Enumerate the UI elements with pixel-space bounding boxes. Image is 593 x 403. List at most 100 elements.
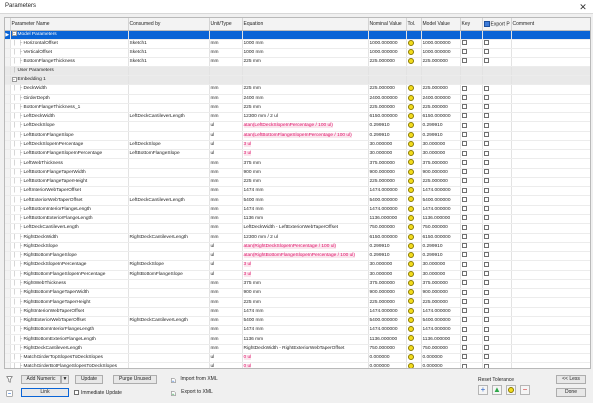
group-empty-cell[interactable] (421, 75, 461, 86)
parameter-row[interactable]: │ ├LeftDeckCantileverLength mm LeftDeckWidt… (5, 223, 590, 234)
tree-expander-icon[interactable]: − (11, 76, 17, 82)
export-cell[interactable] (482, 186, 512, 197)
key-checkbox[interactable] (461, 178, 467, 184)
model-value-cell[interactable]: 30.000000 (421, 260, 461, 271)
export-cell[interactable] (482, 195, 512, 206)
parameter-row[interactable]: │ ├MatchGirderBotFlangeSlopesToDeckSlopes… (5, 362, 590, 368)
export-checkbox[interactable] (483, 113, 489, 119)
export-cell[interactable] (482, 84, 512, 95)
equation-cell[interactable]: 12300 mm / 2 ul (242, 233, 369, 243)
nominal-value-cell[interactable]: 900.000000 (367, 168, 407, 178)
tolerance-cell[interactable] (406, 260, 422, 271)
key-checkbox[interactable] (461, 206, 467, 212)
group-empty-cell[interactable] (242, 75, 369, 86)
tolerance-cell[interactable] (406, 94, 422, 104)
tolerance-cell[interactable] (406, 223, 422, 234)
consumed-by-cell[interactable]: RightDeckCantileverLength (128, 316, 210, 327)
export-checkbox[interactable] (483, 150, 489, 156)
parameter-row[interactable]: │ ├BottomFlangeThickness Sketch1 mm 225 mm 22… (5, 57, 590, 68)
comment-cell[interactable] (511, 177, 590, 188)
nominal-value-cell[interactable]: 30.000000 (367, 149, 407, 160)
comment-cell[interactable] (511, 168, 590, 178)
parameter-row[interactable]: │ ├LeftBottomInteriorFlangeLength mm 1474 m… (5, 205, 590, 216)
tolerance-nominal-icon[interactable] (407, 177, 414, 184)
parameter-name-cell[interactable]: │ ├LeftDeckCantileverLength (10, 223, 129, 234)
unit-cell[interactable]: mm (209, 177, 243, 188)
export-cell[interactable] (482, 279, 512, 290)
export-checkbox[interactable] (483, 345, 489, 351)
tolerance-nominal-icon[interactable] (407, 122, 414, 129)
consumed-by-cell[interactable]: Sketch1 (128, 39, 210, 49)
consumed-by-cell[interactable] (128, 186, 210, 197)
key-cell[interactable] (460, 344, 483, 355)
nominal-value-cell[interactable]: 1474.000000 (367, 205, 407, 216)
export-cell[interactable] (482, 223, 512, 234)
parameter-row[interactable]: │ ├LeftWebThickness mm 375 mm 375.000000 375.… (5, 158, 590, 169)
parameters-grid[interactable]: Parameter Name Consumed by Unit/Type Equ… (4, 17, 591, 369)
key-cell[interactable] (460, 57, 483, 68)
group-row[interactable]: ▶ − Model Parameters (5, 30, 590, 40)
less-button[interactable]: << Less (556, 375, 586, 384)
header-unit-type[interactable]: Unit/Type (209, 18, 243, 31)
export-cell[interactable] (482, 112, 512, 123)
export-cell[interactable] (482, 334, 512, 345)
key-cell[interactable] (460, 270, 483, 280)
parameter-name-cell[interactable]: │ ├LeftBottomFlangeTaperWidth (10, 168, 129, 178)
tolerance-cell[interactable] (406, 334, 422, 345)
tolerance-cell[interactable] (406, 48, 422, 59)
nominal-value-cell[interactable]: 375.000000 (367, 279, 407, 290)
export-checkbox[interactable] (483, 141, 489, 147)
equation-cell[interactable]: 1474 mm (242, 325, 369, 336)
consumed-by-cell[interactable]: Sketch1 (128, 48, 210, 59)
parameter-name-cell[interactable]: │ ├VerticalOffset (10, 48, 129, 59)
key-cell[interactable] (460, 288, 483, 299)
header-consumed-by[interactable]: Consumed by (128, 18, 210, 31)
tolerance-cell[interactable] (406, 149, 422, 160)
export-checkbox[interactable] (483, 363, 489, 368)
parameter-row[interactable]: │ ├RightInteriorWebTaperOffset mm 1474 mm 14… (5, 307, 590, 317)
parameter-name-cell[interactable]: │ ├MatchGirderTopSlopesToDeckSlopes (10, 353, 129, 364)
nominal-value-cell[interactable]: 5400.000000 (367, 195, 407, 206)
nominal-value-cell[interactable]: 30.000000 (367, 140, 407, 151)
export-checkbox[interactable] (483, 85, 489, 91)
model-value-cell[interactable]: 2400.000000 (421, 94, 461, 104)
nominal-value-cell[interactable]: 1474.000000 (367, 186, 407, 197)
unit-cell[interactable]: mm (209, 112, 243, 123)
parameter-name-cell[interactable]: │ ├RightWebThickness (10, 279, 129, 290)
export-cell[interactable] (482, 48, 512, 59)
update-button[interactable]: Update (75, 375, 103, 384)
equation-cell[interactable]: 0 ul (242, 353, 369, 364)
consumed-by-cell[interactable] (128, 362, 210, 368)
nominal-value-cell[interactable]: 6150.000000 (367, 112, 407, 123)
export-cell[interactable] (482, 121, 512, 132)
consumed-by-cell[interactable]: Sketch1 (128, 57, 210, 68)
equation-cell[interactable]: 1000 mm (242, 48, 369, 59)
link-button[interactable]: Link (21, 388, 69, 397)
tolerance-nominal-icon[interactable] (407, 363, 414, 368)
nominal-value-cell[interactable]: 30.000000 (367, 260, 407, 271)
parameter-row[interactable]: │ ├DeckWidth mm 225 mm 225.000000 225.000000 (5, 84, 590, 95)
parameter-name-cell[interactable]: │ ├BottomFlangeThickness (10, 57, 129, 68)
export-checkbox[interactable] (483, 298, 489, 304)
parameter-name-cell[interactable]: │ ├LeftDeckSlopeInPercentage (10, 140, 129, 151)
key-cell[interactable] (460, 297, 483, 308)
key-cell[interactable] (460, 186, 483, 197)
group-empty-cell[interactable] (209, 30, 243, 40)
model-value-cell[interactable]: 1474.000000 (421, 307, 461, 317)
upper-tolerance-button[interactable]: + (478, 385, 488, 395)
group-empty-cell[interactable] (421, 66, 461, 77)
parameter-row[interactable]: │ ├RightBottomFlangeSlope ul atan(RightBott… (5, 251, 590, 262)
tolerance-nominal-icon[interactable] (407, 289, 414, 296)
key-cell[interactable] (460, 177, 483, 188)
comment-cell[interactable] (511, 112, 590, 123)
consumed-by-cell[interactable] (128, 94, 210, 104)
nominal-value-cell[interactable]: 6150.000000 (367, 233, 407, 243)
key-checkbox[interactable] (461, 113, 467, 119)
tolerance-nominal-icon[interactable] (407, 298, 414, 305)
consumed-by-cell[interactable] (128, 288, 210, 299)
unit-cell[interactable]: mm (209, 223, 243, 234)
tolerance-nominal-icon[interactable] (407, 205, 414, 212)
model-value-cell[interactable]: 30.000000 (421, 149, 461, 160)
unit-cell[interactable]: mm (209, 57, 243, 68)
export-cell[interactable] (482, 260, 512, 271)
